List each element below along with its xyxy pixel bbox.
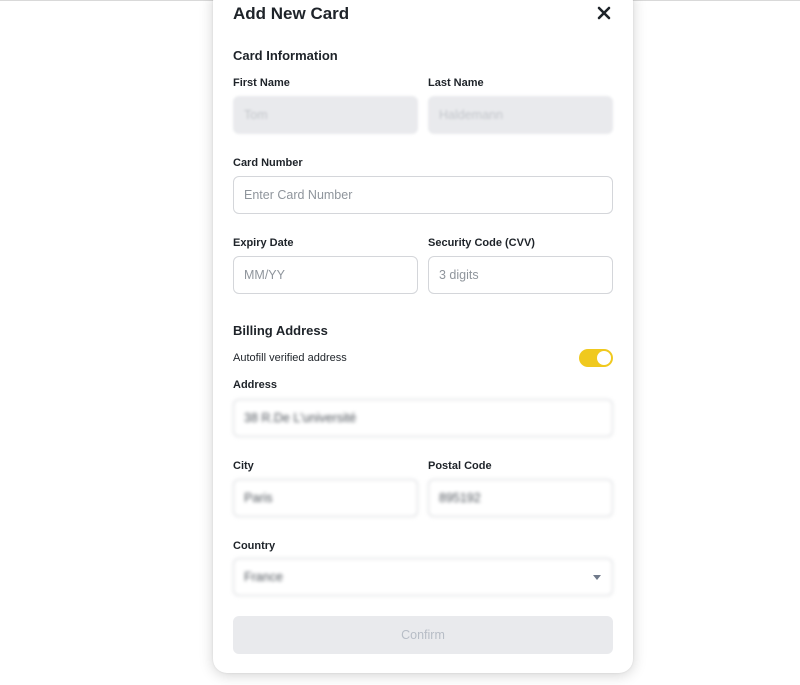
card-number-field[interactable] [233, 176, 613, 214]
toggle-knob [597, 351, 611, 365]
expiry-date-label: Expiry Date [233, 237, 294, 249]
city-field[interactable] [233, 479, 418, 517]
add-card-modal: Add New Card Card Information First Name… [213, 0, 633, 673]
city-label: City [233, 460, 254, 472]
country-select[interactable] [233, 558, 613, 596]
confirm-button[interactable]: Confirm [233, 616, 613, 654]
postal-code-label: Postal Code [428, 460, 492, 472]
address-field[interactable] [233, 399, 613, 437]
billing-address-heading: Billing Address [233, 323, 328, 338]
postal-code-field[interactable] [428, 479, 613, 517]
modal-title: Add New Card [233, 4, 350, 23]
autofill-label: Autofill verified address [233, 352, 347, 364]
card-information-heading: Card Information [233, 48, 338, 63]
expiry-date-field[interactable] [233, 256, 418, 294]
last-name-field [428, 96, 613, 134]
card-number-label: Card Number [233, 157, 303, 169]
country-label: Country [233, 540, 276, 552]
country-value[interactable] [233, 558, 613, 596]
first-name-label: First Name [233, 77, 290, 89]
first-name-field [233, 96, 418, 134]
last-name-label: Last Name [428, 77, 484, 89]
cvv-label: Security Code (CVV) [428, 237, 535, 249]
close-icon[interactable] [593, 2, 615, 24]
cvv-field[interactable] [428, 256, 613, 294]
autofill-toggle[interactable] [579, 349, 613, 367]
chevron-down-icon [593, 575, 601, 580]
address-label: Address [233, 379, 278, 391]
